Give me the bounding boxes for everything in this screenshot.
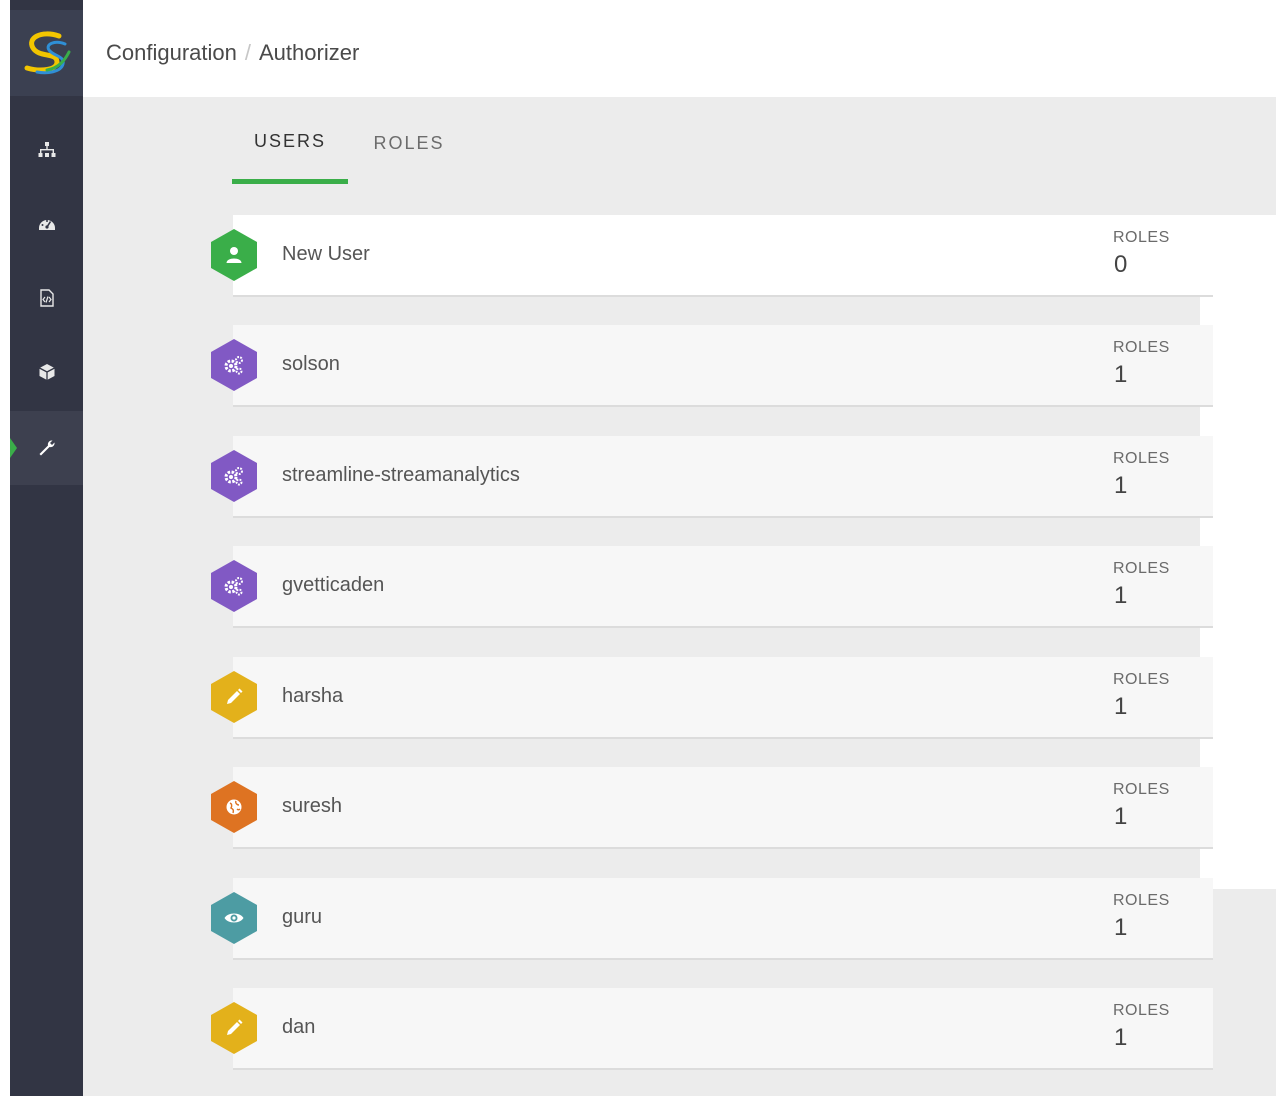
tab-roles[interactable]: ROLES [363,133,455,181]
roles-label: ROLES [1113,1002,1170,1019]
code-file-icon [39,289,54,307]
user-card[interactable]: suresh ROLES 1 [233,767,1213,849]
tab-users-label: USERS [253,131,326,151]
user-avatar [209,228,259,282]
user-card[interactable]: solson ROLES 1 [233,325,1213,407]
user-avatar [209,1001,259,1055]
nav-code[interactable] [10,261,83,335]
user-card[interactable]: harsha ROLES 1 [233,657,1213,739]
roles-label: ROLES [1113,560,1170,577]
user-name: New User [282,243,370,265]
roles-count: 1 [1114,693,1128,720]
sitemap-icon [38,142,55,157]
roles-count: 1 [1114,914,1128,941]
roles-label: ROLES [1113,671,1170,688]
streamline-logo-icon [24,31,70,75]
gears-icon [224,577,243,596]
user-name: solson [282,353,340,375]
user-avatar [209,780,259,834]
user-card[interactable]: streamline-streamanalytics ROLES 1 [233,436,1213,518]
user-avatar [209,559,259,613]
pencil-icon [227,688,243,704]
tab-roles-label: ROLES [373,133,445,153]
nav-dashboard[interactable] [10,187,83,261]
roles-count: 1 [1114,361,1128,388]
breadcrumb-configuration[interactable]: Configuration [106,40,237,65]
dashboard-icon [38,220,55,230]
user-avatar [209,338,259,392]
roles-label: ROLES [1113,781,1170,798]
user-name: guru [282,906,323,928]
roles-count: 1 [1114,1024,1128,1051]
user-name: gvetticaden [282,574,385,596]
breadcrumb: Configuration / Authorizer [106,40,359,66]
user-avatar [209,670,259,724]
active-indicator [10,438,17,458]
user-icon [226,247,242,263]
user-name: dan [282,1016,316,1038]
app-logo[interactable] [10,10,83,96]
user-avatar [209,891,259,945]
roles-count: 0 [1114,251,1128,278]
pencil-icon [227,1019,243,1035]
roles-label: ROLES [1113,450,1170,467]
gears-icon [224,467,243,486]
tab-users[interactable]: USERS [232,131,348,184]
user-name: harsha [282,685,344,707]
roles-count: 1 [1114,582,1128,609]
breadcrumb-authorizer: Authorizer [259,40,360,65]
user-card[interactable]: New User ROLES 0 [233,215,1213,297]
user-card[interactable]: gvetticaden ROLES 1 [233,546,1213,628]
eye-icon [224,913,244,923]
roles-count: 1 [1114,472,1128,499]
roles-label: ROLES [1113,892,1170,909]
wrench-icon [39,440,55,456]
roles-label: ROLES [1113,339,1170,356]
cube-icon [38,364,55,380]
gears-icon [224,356,243,375]
main-content: USERS ROLES New User ROLES 0 solson ROLE… [83,97,1276,1096]
roles-label: ROLES [1113,229,1170,246]
nav-packages[interactable] [10,335,83,409]
user-card[interactable]: dan ROLES 1 [233,988,1213,1070]
user-name: suresh [282,795,343,817]
nav-topology[interactable] [10,113,83,187]
breadcrumb-separator: / [244,40,251,65]
globe-icon [226,799,242,815]
user-avatar [209,449,259,503]
sidebar [10,0,83,1096]
header: Configuration / Authorizer [83,10,1276,96]
roles-count: 1 [1114,803,1128,830]
user-name: streamline-streamanalytics [282,464,520,486]
user-card[interactable]: guru ROLES 1 [233,878,1213,960]
nav-configuration[interactable] [10,411,83,485]
